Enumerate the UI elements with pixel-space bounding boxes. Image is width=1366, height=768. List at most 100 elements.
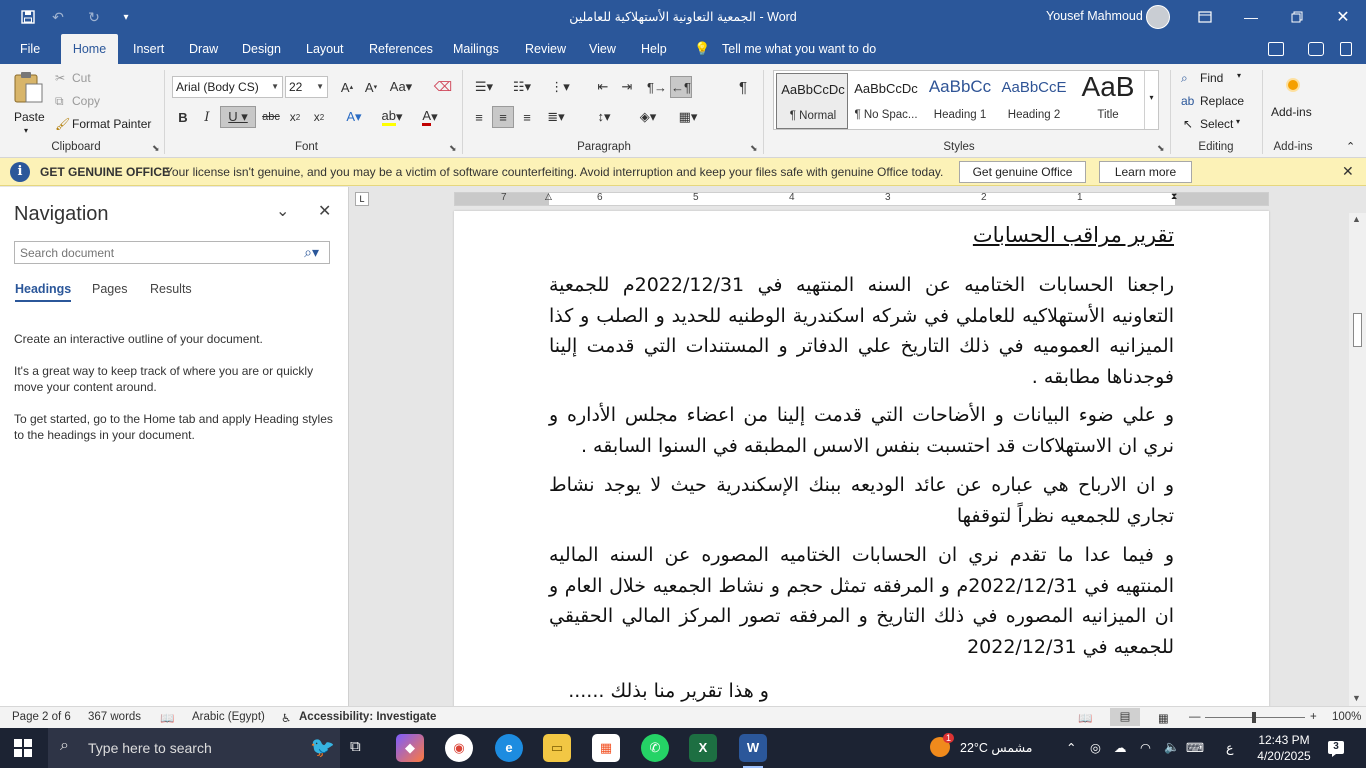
- zoom-level[interactable]: 100%: [1332, 711, 1361, 723]
- get-genuine-office-button[interactable]: Get genuine Office: [959, 161, 1086, 183]
- tab-results[interactable]: Results: [150, 282, 192, 296]
- scroll-thumb[interactable]: [1353, 313, 1362, 347]
- minimize-icon[interactable]: —: [1228, 0, 1274, 34]
- redo-icon[interactable]: ↻: [80, 7, 108, 27]
- comments-icon[interactable]: [1308, 42, 1324, 56]
- tab-view[interactable]: View: [579, 34, 626, 64]
- tab-references[interactable]: References: [359, 34, 443, 64]
- input-language[interactable]: ع: [1226, 740, 1233, 755]
- tab-design[interactable]: Design: [232, 34, 291, 64]
- numbering-icon[interactable]: ☷▾: [506, 76, 538, 98]
- clipboard-launcher-icon[interactable]: ⬊: [152, 143, 160, 154]
- avatar[interactable]: [1146, 5, 1170, 29]
- replace-button[interactable]: Replace: [1200, 94, 1244, 108]
- borders-icon[interactable]: ▦▾: [672, 106, 704, 128]
- search-input[interactable]: [20, 244, 300, 261]
- add-ins-button[interactable]: Add-ins: [1271, 105, 1312, 119]
- strikethrough-icon[interactable]: abc: [260, 106, 282, 128]
- document-page[interactable]: تقرير مراقب الحسابات راجعنا الحسابات الخ…: [454, 211, 1269, 706]
- proofing-icon[interactable]: 📖: [160, 711, 174, 725]
- styles-launcher-icon[interactable]: ⬊: [1157, 143, 1165, 154]
- align-right-icon[interactable]: ≡: [516, 106, 538, 128]
- chevron-down-icon[interactable]: ⌄: [276, 201, 289, 221]
- select-button[interactable]: Select: [1200, 117, 1233, 131]
- find-button[interactable]: Find: [1200, 71, 1223, 85]
- format-painter-button[interactable]: Format Painter: [72, 117, 151, 131]
- vertical-scrollbar[interactable]: ▲ ▼: [1349, 213, 1366, 706]
- read-mode-icon[interactable]: 📖: [1078, 711, 1092, 725]
- tell-me-search[interactable]: Tell me what you want to do: [722, 34, 876, 64]
- language[interactable]: Arabic (Egypt): [192, 711, 265, 723]
- page-count[interactable]: Page 2 of 6: [12, 711, 71, 723]
- share-icon[interactable]: [1268, 42, 1284, 56]
- web-layout-icon[interactable]: ▦: [1158, 711, 1169, 725]
- task-view-icon[interactable]: ⧉: [350, 738, 361, 755]
- font-launcher-icon[interactable]: ⬊: [449, 143, 457, 154]
- highlight-icon[interactable]: ab ▾: [376, 106, 408, 128]
- learn-more-button[interactable]: Learn more: [1099, 161, 1192, 183]
- scroll-down-icon[interactable]: ▼: [1352, 693, 1361, 703]
- copilot-icon[interactable]: ◆: [396, 734, 424, 762]
- close-message-icon[interactable]: ✕: [1342, 163, 1354, 180]
- clear-formatting-icon[interactable]: ⌫: [432, 76, 454, 98]
- align-left-icon[interactable]: ≡: [468, 106, 490, 128]
- edge-icon[interactable]: e: [495, 734, 523, 762]
- horizontal-ruler[interactable]: 7 6 5 4 3 2 1 △ ⧗: [454, 191, 1269, 206]
- chevron-up-icon[interactable]: ⌃: [1066, 740, 1076, 755]
- indent-marker[interactable]: △: [545, 191, 552, 202]
- taskbar-search-box[interactable]: ⌕ Type here to search 🐦: [48, 728, 340, 768]
- shading-icon[interactable]: ◈▾: [632, 106, 664, 128]
- clock[interactable]: 12:43 PM 4/20/2025: [1253, 732, 1315, 764]
- right-to-left-icon[interactable]: ←¶: [670, 76, 692, 98]
- change-case-icon[interactable]: Aa▾: [386, 76, 416, 98]
- bold-icon[interactable]: B: [172, 106, 194, 128]
- tab-draw[interactable]: Draw: [179, 34, 228, 64]
- print-layout-icon[interactable]: ▤: [1110, 708, 1140, 726]
- style-heading-2[interactable]: AaBbCcE Heading 2: [998, 73, 1070, 129]
- increase-font-size-icon[interactable]: A ▴: [336, 76, 358, 98]
- copy-button[interactable]: Copy: [72, 94, 100, 108]
- keyboard-icon[interactable]: ⌨: [1186, 740, 1204, 755]
- tab-pages[interactable]: Pages: [92, 282, 127, 296]
- close-icon[interactable]: ✕: [318, 201, 331, 221]
- tab-file[interactable]: File: [10, 34, 50, 64]
- close-window-icon[interactable]: ✕: [1320, 0, 1366, 34]
- word-icon[interactable]: W: [739, 734, 767, 768]
- restore-icon[interactable]: [1274, 0, 1320, 34]
- chrome-icon[interactable]: ◉: [445, 734, 473, 762]
- save-icon[interactable]: [14, 7, 42, 27]
- text-effects-icon[interactable]: A▾: [338, 106, 370, 128]
- search-document-box[interactable]: ⌕▾: [14, 241, 330, 264]
- ribbon-display-options-icon[interactable]: [1182, 0, 1228, 34]
- tab-insert[interactable]: Insert: [123, 34, 174, 64]
- undo-icon[interactable]: ↶: [44, 7, 72, 27]
- paragraph-launcher-icon[interactable]: ⬊: [750, 143, 758, 154]
- collapse-ribbon-icon[interactable]: [1340, 42, 1352, 56]
- weather-text[interactable]: 22°C مشمس: [960, 740, 1032, 755]
- font-size-select[interactable]: 22 ▼: [285, 76, 328, 98]
- tab-headings[interactable]: Headings: [15, 282, 72, 302]
- tab-selector[interactable]: L: [355, 192, 369, 206]
- windows-start-icon[interactable]: [14, 739, 32, 757]
- search-icon[interactable]: ⌕▾: [304, 244, 319, 261]
- excel-icon[interactable]: X: [689, 734, 717, 762]
- indent-marker[interactable]: ⧗: [1171, 191, 1177, 202]
- style-title[interactable]: AaB Title: [1072, 71, 1144, 129]
- increase-indent-icon[interactable]: ⇥: [616, 76, 638, 98]
- superscript-icon[interactable]: x2: [308, 106, 330, 128]
- user-name[interactable]: Yousef Mahmoud: [1046, 9, 1143, 23]
- multilevel-list-icon[interactable]: ⋮▾: [544, 76, 576, 98]
- zoom-in-icon[interactable]: +: [1310, 711, 1317, 723]
- decrease-font-size-icon[interactable]: A ▾: [360, 76, 382, 98]
- tab-review[interactable]: Review: [515, 34, 576, 64]
- tab-help[interactable]: Help: [631, 34, 677, 64]
- paste-button[interactable]: Paste ▾: [10, 70, 46, 138]
- left-to-right-icon[interactable]: ¶→: [646, 76, 668, 98]
- styles-more-icon[interactable]: ▾: [1144, 71, 1158, 129]
- underline-icon[interactable]: U ▾: [220, 106, 256, 128]
- cloud-icon[interactable]: ☁: [1114, 740, 1127, 755]
- store-icon[interactable]: ▦: [592, 734, 620, 762]
- style-heading-1[interactable]: AaBbCc Heading 1: [924, 73, 996, 129]
- notification-icon[interactable]: 3: [1326, 738, 1346, 758]
- scroll-up-icon[interactable]: ▲: [1352, 214, 1361, 224]
